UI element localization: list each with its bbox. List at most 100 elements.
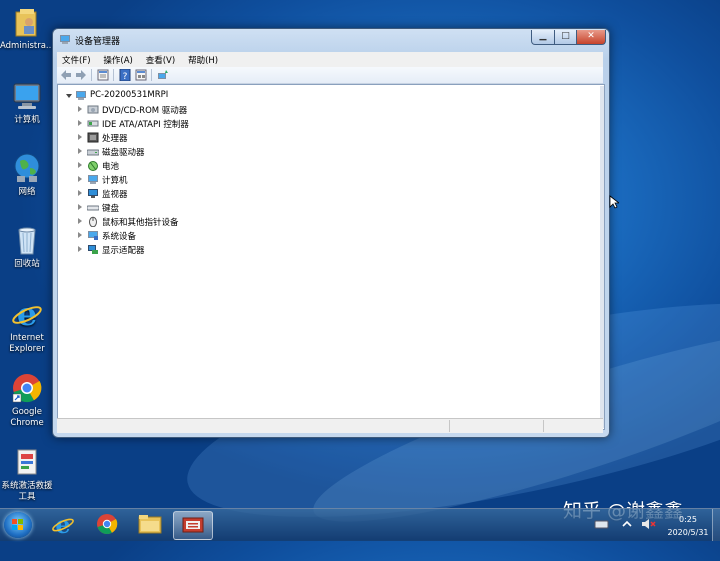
tree-item-label: DVD/CD-ROM 驱动器	[102, 106, 188, 116]
properties-icon[interactable]	[97, 69, 109, 81]
toolbar-separator	[113, 69, 114, 81]
dvd-drive-icon	[87, 105, 99, 114]
processor-icon	[87, 132, 99, 143]
expand-arrow-icon[interactable]	[78, 204, 82, 210]
battery-icon	[88, 161, 98, 171]
taskbar: e 0:25 2020/5/31	[0, 508, 720, 541]
network-globe-icon	[11, 152, 43, 184]
back-icon[interactable]	[60, 69, 72, 81]
show-desktop-button[interactable]	[712, 509, 720, 541]
monitor-icon	[88, 189, 98, 198]
device-manager-icon	[182, 517, 204, 533]
chrome-icon	[97, 514, 118, 535]
expand-arrow-icon[interactable]	[78, 190, 82, 196]
svg-text:?: ?	[123, 72, 128, 81]
disk-drive-icon	[87, 149, 99, 156]
expand-arrow-icon[interactable]	[78, 176, 82, 182]
help-icon[interactable]: ?	[119, 69, 131, 81]
toolbar-separator	[91, 69, 92, 81]
menu-action[interactable]: 操作(A)	[98, 52, 137, 68]
taskbar-chrome-button[interactable]	[88, 511, 126, 538]
status-bar	[57, 418, 603, 433]
taskbar-ie-button[interactable]: e	[44, 510, 82, 539]
tree-item-label: 处理器	[102, 134, 128, 144]
menu-file[interactable]: 文件(F)	[57, 52, 96, 68]
clock-date[interactable]: 2020/5/31	[658, 528, 718, 537]
chrome-icon	[11, 372, 43, 404]
tree-item-label: 磁盘驱动器	[102, 148, 145, 158]
tree-item-label: 键盘	[102, 204, 120, 214]
status-divider	[543, 420, 544, 432]
desktop-icon-recycle-bin[interactable]: 回收站	[0, 224, 54, 270]
keyboard-layout-icon[interactable]	[594, 517, 610, 531]
desktop-icon-network[interactable]: 网络	[0, 152, 54, 198]
windows-logo-icon	[12, 519, 23, 530]
desktop-icon-internet-explorer[interactable]: e Internet Explorer	[0, 295, 54, 355]
tool-shortcut-icon	[11, 446, 43, 478]
toolbar-separator	[151, 69, 152, 81]
computer-icon	[11, 80, 43, 112]
tree-item-label: 显示适配器	[102, 246, 145, 256]
desktop-icon-label: Internet Explorer	[9, 333, 45, 354]
menu-help[interactable]: 帮助(H)	[183, 52, 223, 68]
computer-icon	[88, 175, 98, 184]
desktop-icon-label: Administra...	[0, 41, 55, 51]
menu-view[interactable]: 查看(V)	[141, 52, 180, 68]
desktop-icon-label: Google Chrome	[10, 407, 44, 428]
view-icon[interactable]	[135, 69, 147, 81]
mouse-icon	[89, 216, 97, 227]
keyboard-icon	[87, 205, 99, 211]
volume-muted-icon[interactable]	[640, 517, 656, 531]
expand-arrow-icon[interactable]	[78, 246, 82, 252]
recycle-bin-icon	[11, 224, 43, 256]
forward-icon[interactable]	[75, 69, 87, 81]
tree-item-label: 监视器	[102, 190, 128, 200]
desktop-icon-google-chrome[interactable]: Google Chrome	[0, 372, 54, 429]
window-title: 设备管理器	[75, 37, 121, 47]
window-right-edge	[600, 86, 604, 428]
computer-icon	[76, 91, 86, 100]
desktop-icon-activation-tool[interactable]: 系统激活救援工具	[0, 446, 54, 503]
device-manager-icon	[60, 35, 70, 44]
desktop-icon-label: 计算机	[14, 115, 40, 125]
ide-controller-icon	[87, 120, 99, 127]
explorer-folder-icon	[138, 515, 162, 534]
taskbar-device-manager-button[interactable]	[173, 511, 213, 540]
clock-time[interactable]: 0:25	[658, 515, 718, 524]
device-manager-window: 设备管理器 ▁ □ ✕ 文件(F) 操作(A) 查看(V) 帮助(H) ? PC…	[52, 28, 610, 438]
expand-arrow-icon[interactable]	[78, 232, 82, 238]
ie-icon: e	[11, 295, 43, 333]
minimize-button[interactable]: ▁	[531, 30, 555, 45]
device-tree: PC-20200531MRPI DVD/CD-ROM 驱动器 IDE ATA/A…	[57, 84, 605, 430]
menu-bar: 文件(F) 操作(A) 查看(V) 帮助(H)	[57, 52, 603, 67]
user-folder-icon	[11, 6, 43, 38]
tree-item-label: IDE ATA/ATAPI 控制器	[102, 120, 189, 130]
taskbar-explorer-button[interactable]	[131, 511, 169, 538]
ie-icon: e	[52, 510, 74, 539]
status-divider	[449, 420, 450, 432]
show-hidden-icons-icon[interactable]	[619, 517, 635, 531]
tree-root-label: PC-20200531MRPI	[90, 90, 169, 100]
expand-arrow-icon[interactable]	[78, 134, 82, 140]
scan-hardware-icon[interactable]	[157, 69, 169, 81]
tree-item-label: 鼠标和其他指针设备	[102, 218, 179, 228]
desktop-icon-administrator[interactable]: Administra...	[0, 6, 54, 52]
expand-arrow-icon[interactable]	[78, 106, 82, 112]
desktop-icon-label: 网络	[18, 187, 36, 197]
desktop-icon-label: 系统激活救援工具	[1, 481, 53, 502]
close-button[interactable]: ✕	[576, 30, 606, 45]
expand-arrow-icon[interactable]	[78, 120, 82, 126]
tree-item-label: 电池	[102, 162, 120, 172]
display-adapter-icon	[88, 245, 98, 254]
expand-arrow-icon[interactable]	[78, 148, 82, 154]
desktop-icon-label: 回收站	[14, 259, 40, 269]
desktop-icon-computer[interactable]: 计算机	[0, 80, 54, 126]
collapse-arrow-icon[interactable]	[66, 94, 72, 98]
expand-arrow-icon[interactable]	[78, 218, 82, 224]
start-button[interactable]	[4, 512, 32, 538]
system-devices-icon	[88, 231, 98, 240]
expand-arrow-icon[interactable]	[78, 162, 82, 168]
maximize-button[interactable]: □	[554, 30, 577, 45]
tree-item-label: 系统设备	[102, 232, 137, 242]
title-bar[interactable]: 设备管理器 ▁ □ ✕	[53, 29, 609, 51]
